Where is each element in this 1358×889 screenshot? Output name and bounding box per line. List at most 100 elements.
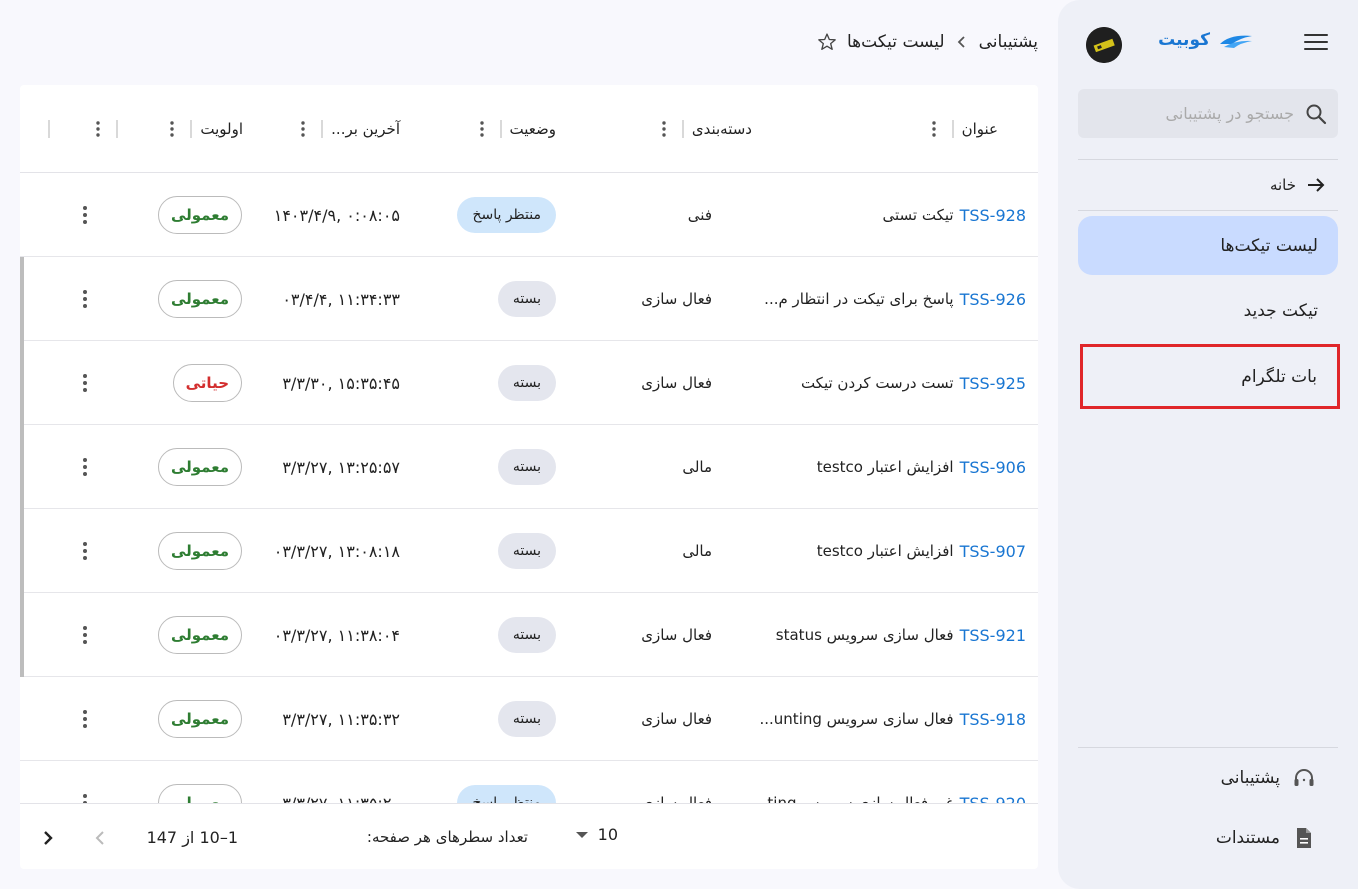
- brand[interactable]: کوبیت: [1158, 30, 1254, 50]
- column-header-actions[interactable]: [48, 115, 126, 143]
- ticket-datetime: ۱۴۰۳/۴/۹, ۰:۰۸:۰۵: [273, 205, 400, 225]
- caret-down-icon: [575, 831, 588, 838]
- cell-status: بسته: [497, 593, 556, 677]
- column-separator[interactable]: [48, 120, 50, 138]
- more-vertical-icon[interactable]: [76, 708, 94, 730]
- sidebar-item-new-ticket[interactable]: تیکت جدید: [1078, 281, 1338, 340]
- row-indicator: [20, 425, 24, 509]
- more-vertical-icon[interactable]: [164, 120, 180, 138]
- breadcrumb-parent[interactable]: پشتیبانی: [979, 32, 1038, 52]
- table-row[interactable]: TSS-906 افزایش اعتبار testco مالی بسته ۳…: [20, 425, 1038, 509]
- sidebar-item-support[interactable]: پشتیبانی: [1221, 766, 1316, 790]
- column-header-title[interactable]: عنوان: [926, 115, 998, 143]
- cell-actions: [76, 173, 94, 257]
- sidebar-item-label: پشتیبانی: [1220, 768, 1280, 788]
- table-row[interactable]: TSS-926 پاسخ برای تیکت در انتظار م... فع…: [20, 257, 1038, 341]
- priority-badge: معمولی: [157, 280, 242, 318]
- cell-category: فعال سازی: [641, 761, 712, 803]
- menu-icon[interactable]: [1304, 34, 1328, 52]
- cell-category: مالی: [682, 425, 712, 509]
- chevron-right-icon[interactable]: [34, 824, 62, 852]
- more-vertical-icon[interactable]: [76, 624, 94, 646]
- table-row[interactable]: TSS-925 تست درست کردن تیکت فعال سازی بست…: [20, 341, 1038, 425]
- divider: [1078, 159, 1338, 160]
- brand-logo-icon: [1218, 30, 1254, 50]
- cell-title: TSS-925 تست درست کردن تیکت: [801, 341, 1026, 425]
- rows-per-page-select[interactable]: 10: [575, 825, 618, 844]
- more-vertical-icon[interactable]: [474, 120, 490, 138]
- status-badge: بسته: [497, 617, 556, 653]
- ticket-id-link[interactable]: TSS-928: [960, 206, 1026, 225]
- more-vertical-icon[interactable]: [76, 204, 94, 226]
- cell-title: TSS-926 پاسخ برای تیکت در انتظار م...: [764, 257, 1026, 341]
- avatar[interactable]: [1086, 27, 1122, 63]
- ticket-id-link[interactable]: TSS-920: [960, 794, 1026, 804]
- table-row[interactable]: TSS-918 فعال سازی سرویس unting... فعال س…: [20, 677, 1038, 761]
- cell-title: TSS-918 فعال سازی سرویس unting...: [759, 677, 1026, 761]
- column-header-category[interactable]: دسته‌بندی: [656, 115, 752, 143]
- column-separator[interactable]: [499, 120, 502, 138]
- column-separator[interactable]: [321, 120, 324, 138]
- column-header-priority[interactable]: اولویت: [164, 115, 243, 143]
- ticket-datetime: ۰۳/۳/۲۷, ۱۱:۳۵:۲۰: [273, 793, 400, 804]
- column-separator[interactable]: [116, 120, 118, 138]
- ticket-datetime: ۳/۳/۳۰, ۱۵:۳۵:۴۵: [282, 373, 400, 393]
- row-indicator: [20, 593, 24, 677]
- column-label: اولویت: [200, 120, 243, 138]
- sidebar-item-telegram-bot[interactable]: بات تلگرام: [1080, 344, 1340, 409]
- nav-home[interactable]: خانه: [1078, 164, 1338, 206]
- divider: [1078, 747, 1338, 748]
- cell-status: منتظر پاسخ: [457, 761, 556, 803]
- ticket-id-link[interactable]: TSS-925: [960, 374, 1026, 393]
- ticket-id-link[interactable]: TSS-921: [960, 626, 1026, 645]
- more-vertical-icon[interactable]: [90, 120, 106, 138]
- search-input[interactable]: [1094, 104, 1294, 123]
- ticket-category: فنی: [687, 206, 712, 224]
- chevron-left-icon[interactable]: [86, 824, 114, 852]
- ticket-category: فعال سازی: [641, 374, 712, 392]
- column-separator[interactable]: [190, 120, 193, 138]
- more-vertical-icon[interactable]: [76, 456, 94, 478]
- more-vertical-icon[interactable]: [295, 120, 311, 138]
- table-row[interactable]: TSS-907 افزایش اعتبار testco مالی بسته ۰…: [20, 509, 1038, 593]
- status-badge: بسته: [497, 281, 556, 317]
- star-icon[interactable]: [817, 32, 837, 52]
- priority-badge: معمولی: [157, 700, 242, 738]
- ticket-id-link[interactable]: TSS-926: [960, 290, 1026, 309]
- more-vertical-icon[interactable]: [656, 120, 672, 138]
- cell-last-update: ۰۳/۳/۲۷, ۱۱:۳۵:۲۰: [273, 761, 400, 804]
- table-row[interactable]: TSS-921 فعال سازی سرویس status فعال سازی…: [20, 593, 1038, 677]
- cell-category: فعال سازی: [641, 677, 712, 761]
- ticket-datetime: ۳/۳/۲۷, ۱۱:۳۵:۳۲: [282, 709, 400, 729]
- table-row[interactable]: TSS-920 غیر فعال سازی سرویس ting فعال سا…: [20, 761, 1038, 803]
- page-title: لیست تیکت‌ها: [846, 32, 945, 52]
- more-vertical-icon[interactable]: [926, 120, 942, 138]
- column-header-status[interactable]: وضعیت: [474, 115, 556, 143]
- ticket-id-link[interactable]: TSS-906: [960, 458, 1026, 477]
- ticket-title: پاسخ برای تیکت در انتظار م...: [764, 290, 954, 308]
- cell-title: TSS-906 افزایش اعتبار testco: [817, 425, 1026, 509]
- sidebar-item-docs[interactable]: مستندات: [1216, 826, 1316, 850]
- more-vertical-icon[interactable]: [76, 372, 94, 394]
- search-box[interactable]: [1078, 89, 1338, 138]
- cell-actions: [76, 509, 94, 593]
- more-vertical-icon[interactable]: [76, 288, 94, 310]
- nav-home-label: خانه: [1269, 176, 1296, 194]
- more-vertical-icon[interactable]: [76, 792, 94, 803]
- ticket-id-link[interactable]: TSS-918: [960, 710, 1026, 729]
- sidebar-item-label: تیکت جدید: [1243, 300, 1318, 321]
- column-separator[interactable]: [951, 120, 954, 138]
- cell-category: مالی: [682, 509, 712, 593]
- more-vertical-icon[interactable]: [76, 540, 94, 562]
- table-row[interactable]: TSS-928 تیکت تستی فنی منتظر پاسخ ۱۴۰۳/۴/…: [20, 173, 1038, 257]
- cell-actions: [76, 341, 94, 425]
- column-separator[interactable]: [681, 120, 684, 138]
- sidebar-item-ticket-list[interactable]: لیست تیکت‌ها: [1078, 216, 1338, 275]
- cell-category: فعال سازی: [641, 341, 712, 425]
- ticket-id-link[interactable]: TSS-907: [960, 542, 1026, 561]
- column-label: وضعیت: [509, 120, 556, 138]
- headset-icon: [1294, 769, 1314, 786]
- column-header-last-update[interactable]: آخرین بر...: [295, 115, 400, 143]
- cell-last-update: ۱۴۰۳/۴/۹, ۰:۰۸:۰۵: [274, 173, 400, 257]
- row-indicator: [20, 257, 24, 341]
